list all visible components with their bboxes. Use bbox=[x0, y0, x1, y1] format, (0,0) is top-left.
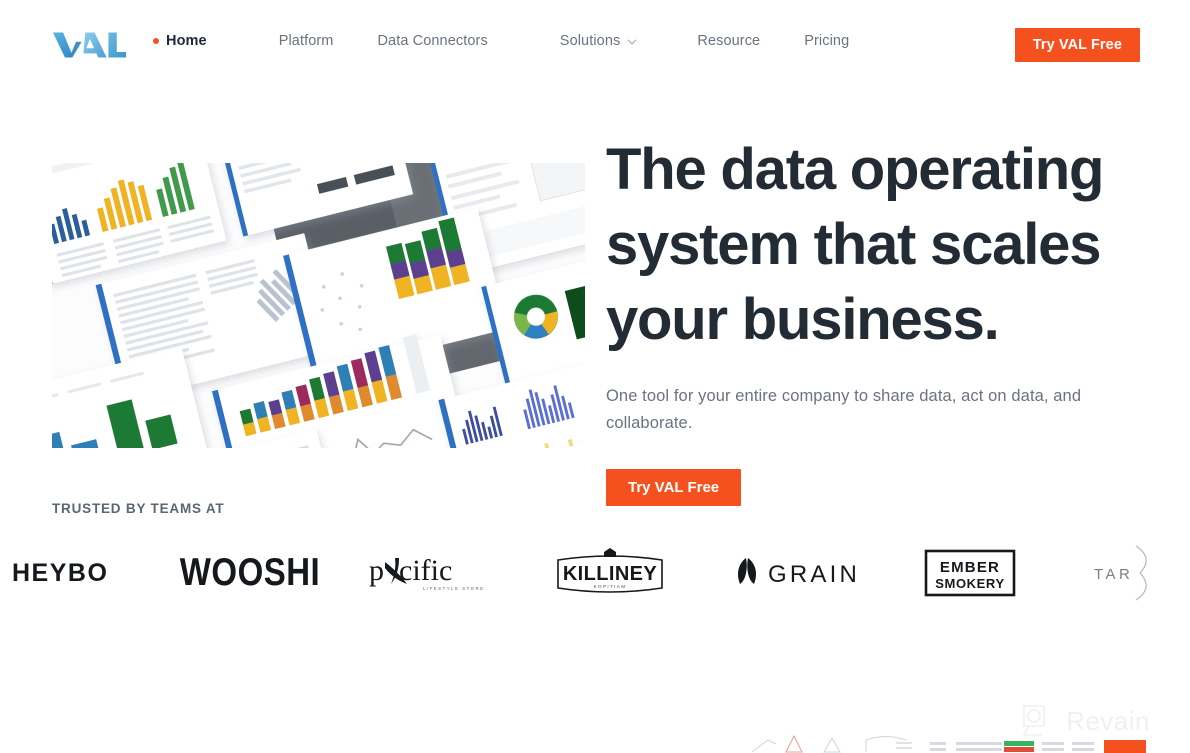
page-title: The data operating system that scales yo… bbox=[606, 132, 1126, 357]
nav-item-data-connectors[interactable]: Data Connectors bbox=[377, 33, 487, 49]
svg-text:KILLINEY: KILLINEY bbox=[563, 563, 658, 585]
svg-text:HEYBO: HEYBO bbox=[12, 559, 108, 587]
hero-dashboard-collage-image bbox=[52, 163, 585, 448]
client-logo-pacific: p cific LIFESTYLE STORE bbox=[355, 540, 495, 606]
nav-item-data-connectors-label: Data Connectors bbox=[377, 33, 488, 49]
main-navigation: Home Platform Data Connectors Solutions … bbox=[153, 33, 849, 49]
hero-subheading: One tool for your entire company to shar… bbox=[606, 387, 1082, 432]
nav-item-solutions[interactable]: Solutions bbox=[560, 33, 638, 49]
nav-item-resource[interactable]: Resource bbox=[697, 33, 760, 49]
svg-text:GRAIN: GRAIN bbox=[768, 561, 860, 588]
client-logos-row: HEYBO WOOSHI p cific LIFESTYLE STORE KIL… bbox=[0, 540, 1190, 606]
next-section-preview-svg bbox=[0, 700, 1190, 753]
hero-try-val-free-button[interactable]: Try VAL Free bbox=[606, 469, 742, 506]
svg-text:cific: cific bbox=[399, 554, 452, 587]
magnifier-icon bbox=[1022, 705, 1045, 736]
client-logo-heybo: HEYBO bbox=[0, 540, 152, 606]
tar-logo-icon: TAR bbox=[1094, 545, 1147, 601]
svg-text:WOOSHI: WOOSHI bbox=[180, 551, 320, 594]
landing-page: Home Platform Data Connectors Solutions … bbox=[0, 0, 1190, 753]
nav-item-home[interactable]: Home bbox=[153, 33, 207, 49]
active-dot-icon bbox=[153, 38, 159, 44]
wooshi-logo-icon: WOOSHI bbox=[180, 551, 320, 594]
svg-text:p: p bbox=[369, 554, 384, 587]
killiney-logo-icon: KILLINEY KOPITIAM bbox=[557, 548, 663, 593]
nav-item-home-label: Home bbox=[166, 33, 207, 49]
trusted-by-label: TRUSTED BY TEAMS AT bbox=[52, 501, 225, 516]
headline-line-2: system that scales bbox=[606, 212, 1101, 277]
nav-item-resource-label: Resource bbox=[697, 33, 761, 49]
client-logo-killiney: KILLINEY KOPITIAM bbox=[540, 540, 680, 606]
nav-item-platform-label: Platform bbox=[278, 33, 334, 49]
nav-item-pricing-label: Pricing bbox=[804, 33, 850, 49]
pacific-logo-icon: p cific LIFESTYLE STORE bbox=[369, 554, 485, 591]
header-try-val-free-button[interactable]: Try VAL Free bbox=[1014, 28, 1140, 62]
client-logo-ember-smokery: EMBER SMOKERY bbox=[900, 540, 1040, 606]
hero-text-block: The data operating system that scales yo… bbox=[606, 132, 1126, 506]
svg-text:LIFESTYLE STORE: LIFESTYLE STORE bbox=[423, 586, 485, 591]
svg-text:EMBER: EMBER bbox=[940, 559, 1000, 576]
client-logo-grain: GRAIN bbox=[720, 540, 870, 606]
chevron-down-icon bbox=[628, 39, 637, 45]
svg-text:KOPITIAM: KOPITIAM bbox=[594, 584, 627, 589]
client-logo-tar: TAR bbox=[1078, 540, 1190, 606]
revain-watermark: Revain bbox=[1022, 704, 1150, 738]
site-header: Home Platform Data Connectors Solutions … bbox=[0, 0, 1190, 90]
svg-text:TAR: TAR bbox=[1094, 566, 1133, 583]
svg-text:SMOKERY: SMOKERY bbox=[935, 576, 1004, 591]
ember-smokery-logo-icon: EMBER SMOKERY bbox=[924, 549, 1016, 597]
nav-item-platform[interactable]: Platform bbox=[279, 33, 334, 49]
next-section-preview bbox=[0, 700, 1190, 753]
nav-item-solutions-label: Solutions bbox=[559, 33, 621, 49]
watermark-label: Revain bbox=[1066, 705, 1150, 736]
client-logo-wooshi: WOOSHI bbox=[180, 540, 320, 606]
heybo-logo-icon: HEYBO bbox=[12, 559, 108, 587]
dashboard-collage-svg bbox=[52, 163, 585, 448]
nav-item-pricing[interactable]: Pricing bbox=[804, 33, 849, 49]
val-logo[interactable] bbox=[52, 28, 126, 62]
grain-logo-icon: GRAIN bbox=[738, 558, 860, 588]
headline-line-3: your business. bbox=[606, 287, 1000, 352]
headline-line-1: The data operating bbox=[606, 137, 1104, 202]
